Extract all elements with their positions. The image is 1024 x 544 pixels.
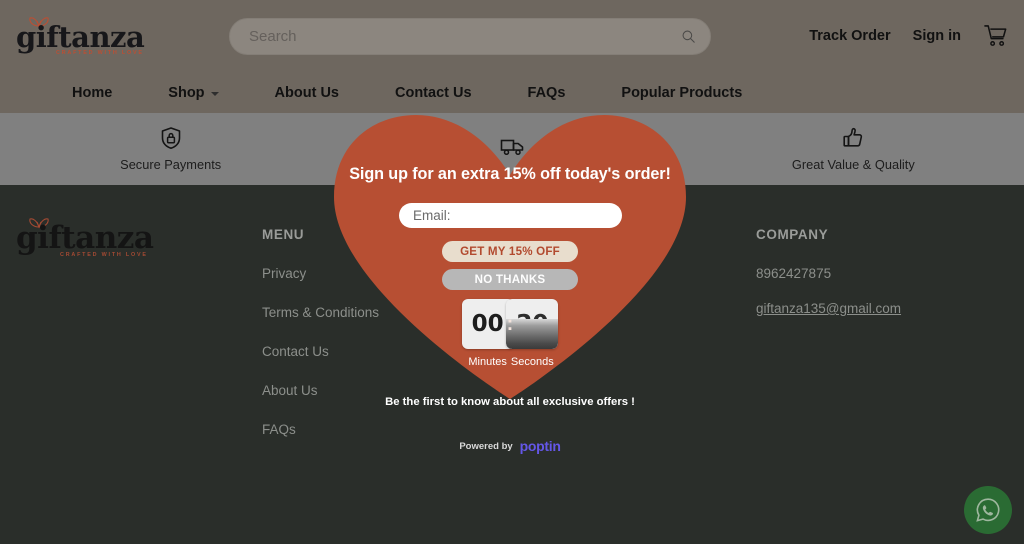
shield-lock-icon	[161, 127, 180, 149]
nav-label: Popular Products	[621, 84, 743, 101]
trust-badge-secure-payments: Secure Payments	[0, 126, 341, 172]
poptin-brand-link[interactable]: poptin	[520, 438, 561, 454]
chevron-down-icon	[210, 91, 219, 96]
whatsapp-icon	[976, 498, 1000, 522]
popup-content: Sign up for an extra 15% off today's ord…	[330, 113, 690, 413]
footer-logo[interactable]: giftanza CRAFTED WITH LOVE	[14, 215, 194, 263]
seconds-label: Seconds	[510, 356, 554, 368]
nav-item-contact-us[interactable]: Contact Us	[395, 85, 472, 101]
nav-item-about-us[interactable]: About Us	[275, 85, 339, 101]
site-header: giftanza CRAFTED WITH LOVE Track Order S…	[0, 0, 1024, 72]
logo-tagline: CRAFTED WITH LOVE	[60, 252, 148, 258]
seconds-flip-card: 20	[506, 299, 559, 349]
nav-label: Contact Us	[394, 84, 472, 101]
nav-label: Shop	[168, 84, 205, 101]
header-logo[interactable]: giftanza CRAFTED WITH LOVE	[14, 14, 214, 60]
main-navigation: Home Shop About Us Contact Us FAQs Popul…	[0, 72, 1024, 113]
company-phone[interactable]: 8962427875	[756, 266, 901, 281]
logo-wordmark: giftanza	[16, 20, 145, 54]
powered-by-label: Powered by	[459, 440, 513, 452]
timer-separator: :	[506, 313, 514, 335]
get-discount-button[interactable]: GET MY 15% OFF	[442, 241, 578, 262]
popup-tagline: Be the first to know about all exclusive…	[385, 396, 635, 408]
trust-badge-great-value: Great Value & Quality	[683, 126, 1024, 172]
shopping-cart-icon[interactable]	[983, 24, 1008, 48]
nav-item-home[interactable]: Home	[72, 85, 112, 101]
nav-label: FAQs	[527, 84, 566, 101]
sign-in-link[interactable]: Sign in	[913, 28, 961, 44]
logo-wordmark: giftanza	[16, 220, 154, 256]
popup-email-input[interactable]	[399, 203, 622, 228]
nav-item-shop[interactable]: Shop	[168, 84, 219, 101]
company-email[interactable]: giftanza135@gmail.com	[756, 301, 901, 316]
logo-tagline: CRAFTED WITH LOVE	[56, 50, 144, 56]
footer-column-title: COMPANY	[756, 227, 829, 242]
track-order-link[interactable]: Track Order	[809, 28, 890, 44]
countdown-timer: 00 Minutes : 20 Seconds	[330, 299, 690, 368]
search-icon[interactable]	[681, 29, 696, 44]
nav-label: About Us	[274, 84, 339, 101]
thumbs-up-icon	[843, 127, 863, 147]
nav-label: Home	[72, 84, 113, 101]
minutes-label: Minutes	[468, 356, 507, 368]
page-root: giftanza CRAFTED WITH LOVE Track Order S…	[0, 0, 1024, 544]
powered-by-row: Powered by poptin	[330, 438, 690, 454]
search-input[interactable]	[249, 28, 681, 45]
header-actions: Track Order Sign in	[809, 24, 1008, 48]
no-thanks-button[interactable]: NO THANKS	[442, 269, 578, 290]
nav-item-popular-products[interactable]: Popular Products	[621, 85, 742, 101]
popup-headline: Sign up for an extra 15% off today's ord…	[349, 165, 671, 183]
nav-item-faqs[interactable]: FAQs	[528, 85, 566, 101]
seconds-value: 20	[516, 310, 549, 337]
trust-badge-label: Great Value & Quality	[791, 157, 915, 172]
footer-column-company: COMPANY 8962427875 giftanza135@gmail.com	[756, 227, 901, 340]
trust-badge-label: Secure Payments	[120, 157, 222, 172]
whatsapp-float-button[interactable]	[964, 486, 1012, 534]
footer-link-faqs[interactable]: FAQs	[262, 422, 379, 437]
search-bar[interactable]	[229, 18, 711, 55]
minutes-value: 00	[471, 310, 504, 337]
